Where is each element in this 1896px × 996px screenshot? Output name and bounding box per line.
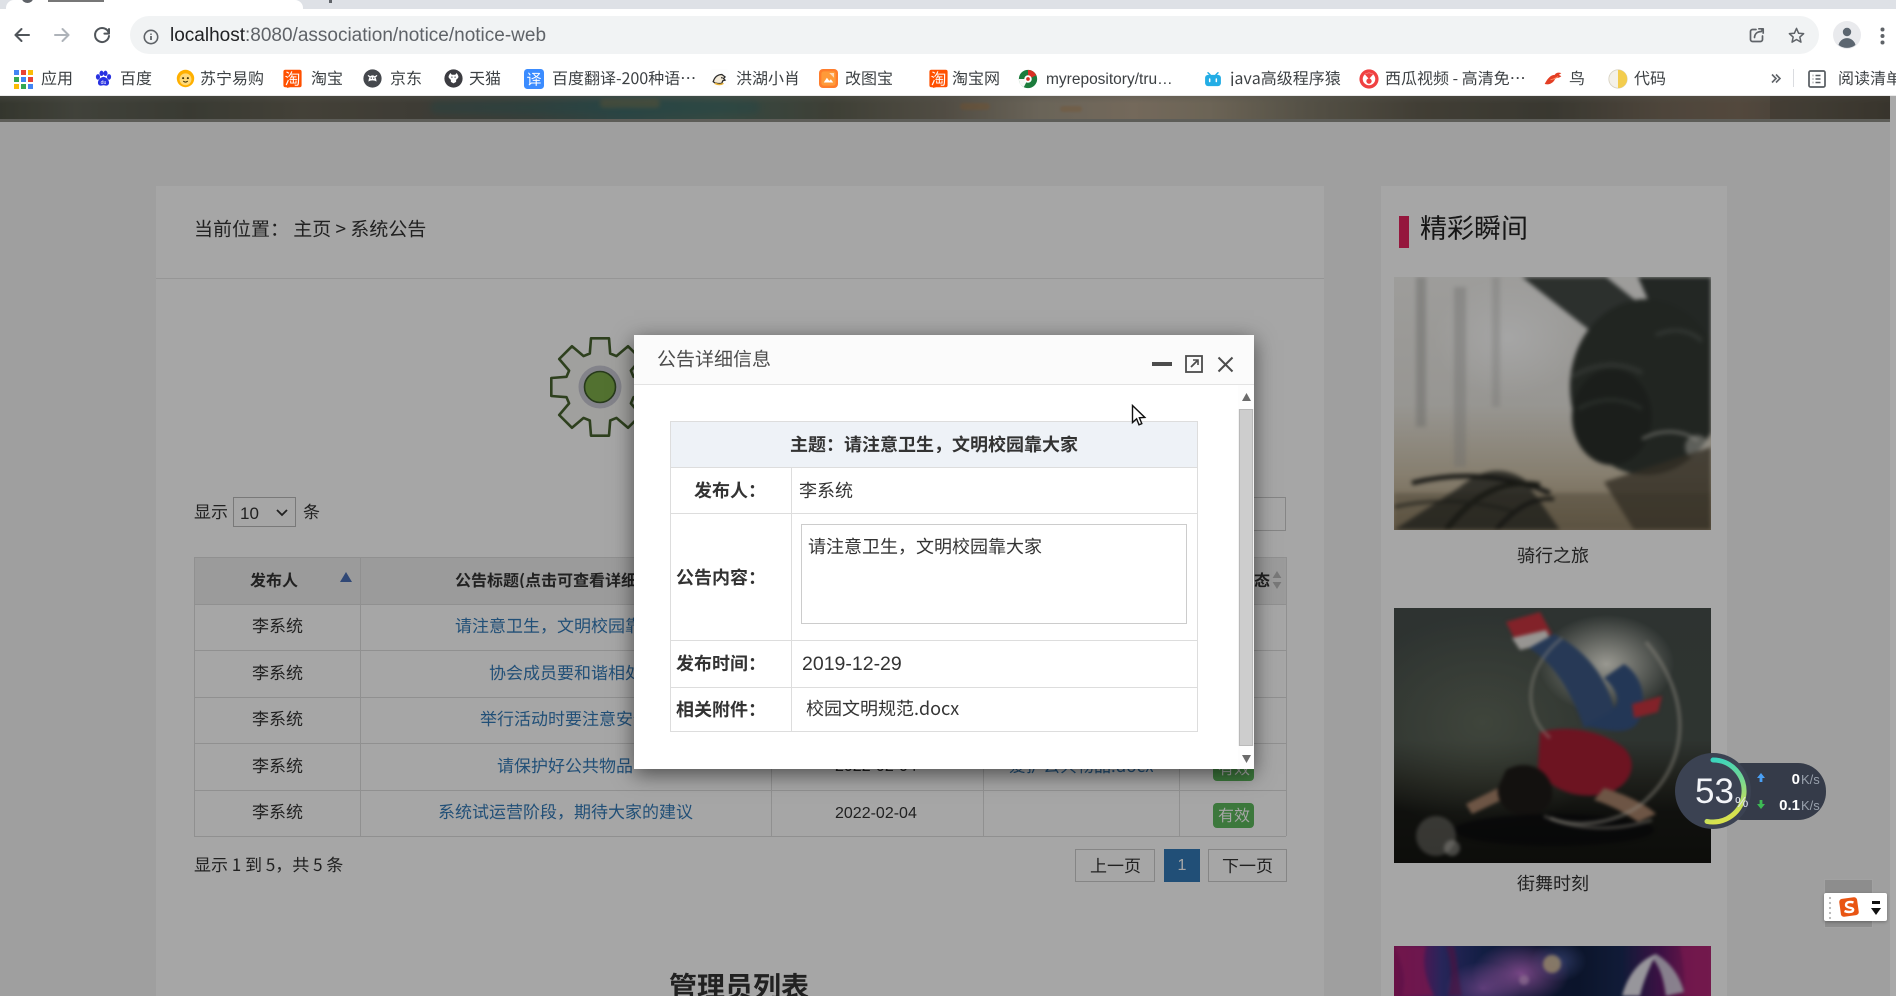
svg-text:0: 0 [1792, 771, 1800, 788]
svg-text:0.1: 0.1 [1779, 797, 1800, 814]
svg-text:%: % [1735, 794, 1748, 811]
svg-text:du: du [101, 80, 107, 86]
svg-text:K/s: K/s [1801, 798, 1820, 813]
svg-text:K/s: K/s [1801, 772, 1820, 787]
svg-text:53: 53 [1695, 772, 1734, 811]
